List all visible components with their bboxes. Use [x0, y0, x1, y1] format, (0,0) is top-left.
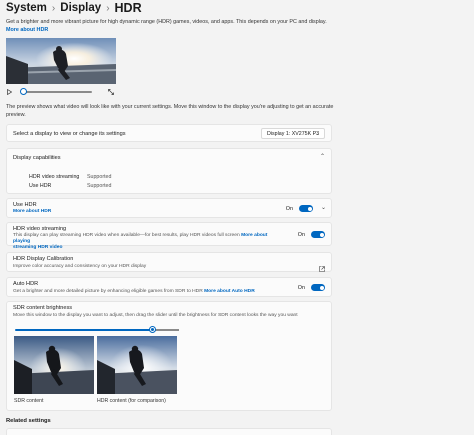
related-settings-card[interactable] [6, 428, 332, 435]
more-about-hdr-link[interactable]: More about HDR [6, 27, 48, 33]
use-hdr-toggle[interactable] [299, 205, 313, 212]
hdr-settings-page: System › Display › HDR Get a brighter an… [4, 0, 334, 435]
preview-note: The preview shows what video will look l… [6, 104, 334, 118]
display-select-card: Select a display to view or change its s… [6, 124, 332, 142]
hdr-preview-video [6, 38, 116, 84]
related-settings-heading: Related settings [6, 418, 51, 424]
display-capabilities-title: Display capabilities [13, 155, 61, 161]
seek-thumb[interactable] [20, 87, 27, 95]
auto-hdr-toggle[interactable] [311, 284, 325, 291]
auto-hdr-card: Auto HDR Get a brighter and more detaile… [6, 277, 332, 297]
preview-image [6, 38, 116, 84]
sdr-brightness-title: SDR content brightness [13, 305, 73, 311]
video-player-controls [6, 87, 116, 96]
display-capabilities-header[interactable]: Display capabilities ⌃ [7, 149, 331, 167]
auto-hdr-toggle-group: On [298, 284, 325, 291]
hdr-calibration-card[interactable]: HDR Display Calibration Improve color ac… [6, 252, 332, 272]
play-icon[interactable] [6, 88, 12, 95]
hdr-video-desc-text: This display can play streaming HDR vide… [13, 233, 242, 238]
auto-hdr-state: On [297, 284, 305, 291]
hdr-video-card: HDR video streaming This display can pla… [6, 222, 332, 250]
chevron-up-icon: ⌃ [319, 154, 325, 160]
breadcrumb: System › Display › HDR [6, 1, 142, 15]
sdr-brightness-desc: Move this window to the display you want… [13, 313, 298, 318]
slider-thumb[interactable] [150, 327, 155, 332]
auto-hdr-more-link[interactable]: More about Auto HDR [204, 289, 255, 294]
breadcrumb-system[interactable]: System [6, 2, 47, 14]
page-title: HDR [114, 1, 142, 15]
auto-hdr-title: Auto HDR [13, 281, 39, 287]
use-hdr-card: Use HDR More about HDR On ⌄ [6, 198, 332, 218]
sdr-brightness-card: SDR content brightness Move this window … [6, 301, 332, 411]
sdr-sample-label: SDR content [14, 398, 44, 404]
chevron-down-icon: ⌄ [315, 131, 320, 137]
auto-hdr-description: Get a brighter and more detailed picture… [13, 289, 255, 294]
capability-name: Use HDR [29, 182, 52, 189]
seek-bar[interactable] [20, 87, 92, 95]
capability-row: HDR video streaming Supported [29, 172, 111, 181]
hdr-calibration-desc: Improve color accuracy and consistency o… [13, 264, 147, 269]
use-hdr-title: Use HDR [13, 202, 37, 208]
hdr-video-state: On [297, 231, 305, 238]
hdr-video-description: This display can play streaming HDR vide… [13, 233, 283, 251]
capability-name: HDR video streaming [29, 173, 80, 180]
display-select-label: Select a display to view or change its s… [13, 131, 126, 137]
sdr-sample-image [14, 336, 94, 394]
hdr-video-toggle-group: On [298, 231, 325, 238]
hdr-video-title: HDR video streaming [13, 226, 67, 232]
use-hdr-state: On [285, 205, 293, 212]
display-capabilities-card: Display capabilities ⌃ HDR video streami… [6, 148, 332, 194]
hdr-video-more-link-cont[interactable]: streaming HDR video [13, 245, 62, 250]
display-dropdown[interactable]: Display 1: XV275K P3 ⌄ [261, 128, 325, 139]
breadcrumb-display[interactable]: Display [60, 2, 101, 14]
capability-row: Use HDR Supported [29, 181, 111, 190]
breadcrumb-separator: › [106, 2, 110, 14]
fullscreen-icon[interactable] [107, 87, 114, 96]
auto-hdr-desc-text: Get a brighter and more detailed picture… [13, 289, 205, 294]
external-link-icon [319, 259, 325, 277]
capability-value: Supported [87, 182, 112, 189]
hdr-sample-label: HDR content (for comparison) [97, 398, 166, 404]
slider-rest [153, 329, 179, 331]
capability-value: Supported [87, 173, 112, 180]
capabilities-table: HDR video streaming Supported Use HDR Su… [29, 172, 111, 190]
hdr-sample-image [97, 336, 177, 394]
chevron-down-icon[interactable]: ⌄ [321, 204, 326, 211]
hdr-calibration-title: HDR Display Calibration [13, 256, 74, 262]
hdr-video-toggle[interactable] [311, 231, 325, 238]
display-dropdown-value: Display 1: XV275K P3 [267, 130, 320, 137]
use-hdr-more-link[interactable]: More about HDR [13, 209, 51, 214]
sdr-brightness-slider[interactable] [15, 327, 179, 332]
intro-text: Get a brighter and more vibrant picture … [6, 19, 336, 34]
intro-description: Get a brighter and more vibrant picture … [6, 19, 327, 25]
breadcrumb-separator: › [51, 2, 56, 14]
use-hdr-toggle-group: On [286, 205, 313, 212]
